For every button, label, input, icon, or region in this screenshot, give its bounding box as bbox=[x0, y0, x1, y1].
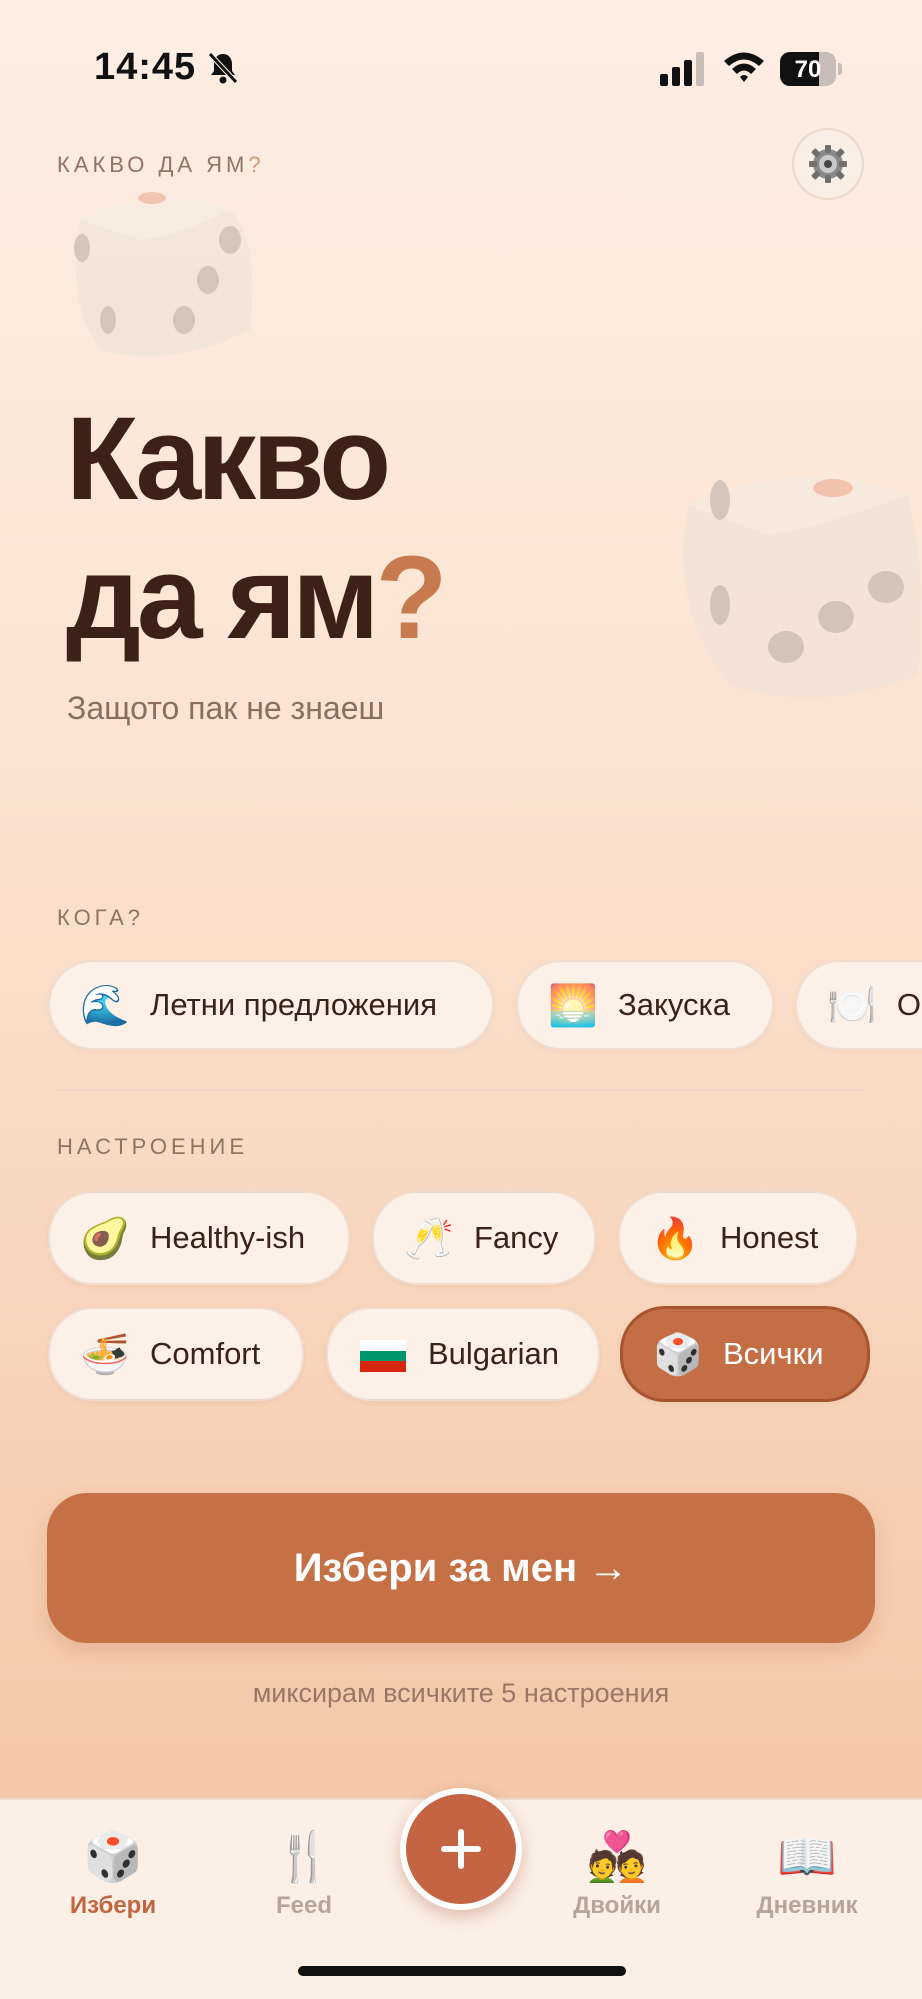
battery-icon: 70 bbox=[780, 52, 842, 86]
page-subtitle: Защото пак не знаеш bbox=[67, 690, 385, 726]
fire-icon: 🔥 bbox=[650, 1215, 700, 1262]
status-bar: 14:45 70 bbox=[0, 40, 922, 100]
chip-summer-suggestions[interactable]: 🌊 Летни предложения bbox=[48, 960, 494, 1050]
tab-diary[interactable]: 📖 Дневник bbox=[727, 1828, 887, 1920]
pick-for-me-button[interactable]: Избери за мен → bbox=[47, 1493, 875, 1643]
tab-feed[interactable]: 🍴 Feed bbox=[224, 1828, 384, 1920]
champagne-icon: 🥂 bbox=[404, 1215, 454, 1262]
dice-icon: 🎲 bbox=[653, 1331, 703, 1378]
bulgaria-flag-icon bbox=[358, 1331, 408, 1377]
mix-note: миксирам всичките 5 настроения bbox=[252, 1678, 670, 1708]
signal-icon bbox=[660, 52, 704, 86]
couple-heart-icon: 💑 bbox=[587, 1829, 647, 1885]
settings-button[interactable] bbox=[792, 128, 864, 200]
chip-breakfast[interactable]: 🌅 Закуска bbox=[516, 960, 774, 1050]
wifi-icon bbox=[724, 52, 764, 82]
chip-all[interactable]: 🎲 Всички bbox=[620, 1306, 870, 1402]
status-time: 14:45 bbox=[94, 46, 197, 88]
chip-lunch[interactable]: 🍽️ Обяд bbox=[795, 960, 922, 1050]
chip-comfort[interactable]: 🍜 Comfort bbox=[48, 1307, 304, 1401]
page-title: Какво да ям? bbox=[66, 393, 448, 665]
add-button[interactable] bbox=[400, 1788, 522, 1910]
divider bbox=[57, 1089, 865, 1091]
wave-icon: 🌊 bbox=[80, 982, 130, 1029]
chip-fancy[interactable]: 🥂 Fancy bbox=[372, 1191, 596, 1285]
dice-decoration-icon bbox=[683, 477, 922, 698]
bell-muted-icon bbox=[208, 52, 238, 84]
chip-healthy-ish[interactable]: 🥑 Healthy-ish bbox=[48, 1191, 350, 1285]
battery-level: 70 bbox=[794, 56, 822, 83]
home-indicator bbox=[298, 1966, 626, 1976]
open-book-icon: 📖 bbox=[777, 1829, 837, 1885]
app-eyebrow: КАКВО ДА ЯМ? bbox=[57, 152, 265, 177]
plus-icon bbox=[441, 1829, 481, 1869]
chip-honest[interactable]: 🔥 Honest bbox=[618, 1191, 858, 1285]
mood-section-label: НАСТРОЕНИЕ bbox=[57, 1134, 249, 1159]
tab-pick[interactable]: 🎲 Избери bbox=[33, 1828, 193, 1920]
gear-icon bbox=[809, 145, 847, 183]
noodle-bowl-icon: 🍜 bbox=[80, 1331, 130, 1378]
when-section-label: КОГА? bbox=[57, 905, 145, 930]
avocado-icon: 🥑 bbox=[80, 1215, 130, 1262]
dice-icon: 🎲 bbox=[83, 1829, 143, 1885]
tab-couples[interactable]: 💑 Двойки bbox=[537, 1828, 697, 1920]
fork-knife-icon: 🍴 bbox=[274, 1829, 334, 1885]
sunrise-icon: 🌅 bbox=[548, 982, 598, 1029]
plate-icon: 🍽️ bbox=[827, 982, 877, 1029]
dice-decoration-icon bbox=[74, 192, 253, 357]
chip-bulgarian[interactable]: Bulgarian bbox=[326, 1307, 600, 1401]
